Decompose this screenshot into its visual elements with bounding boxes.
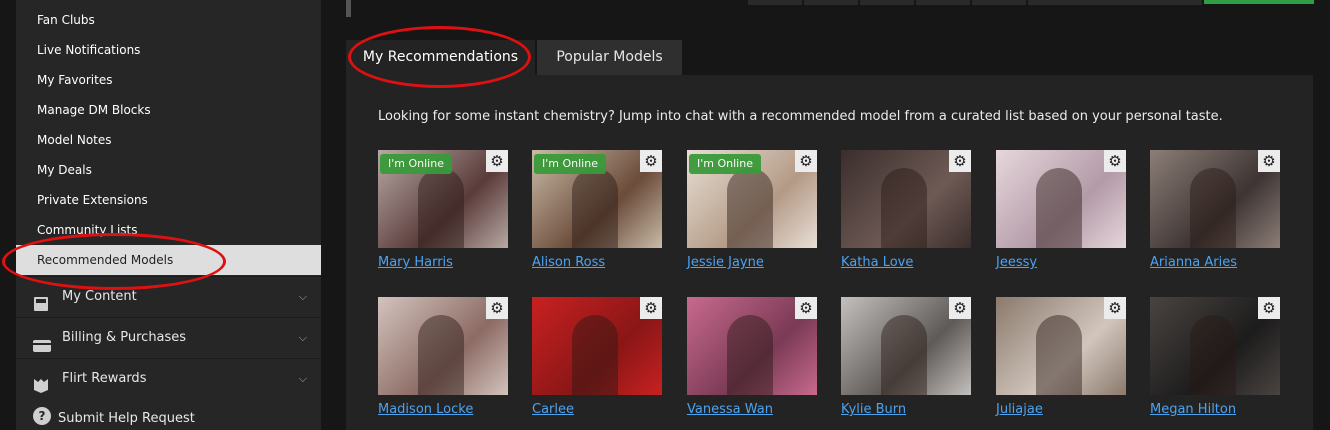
top-bar-segment — [748, 0, 802, 5]
model-name-link[interactable]: Megan Hilton — [1150, 402, 1236, 417]
model-name-link[interactable]: Juliajae — [996, 402, 1043, 417]
model-thumbnail[interactable]: ⚙ — [996, 297, 1126, 395]
sidebar-item-billing-purchases[interactable]: Billing & Purchases ⌵ — [16, 317, 321, 358]
chevron-down-icon: ⌵ — [298, 290, 307, 303]
model-thumbnail[interactable]: ⚙ I'm Online — [378, 150, 508, 248]
gear-icon[interactable]: ⚙ — [1258, 297, 1280, 319]
gear-icon[interactable]: ⚙ — [949, 150, 971, 172]
model-silhouette — [1190, 315, 1236, 395]
model-silhouette — [881, 315, 927, 395]
sidebar-item-live-notifications[interactable]: Live Notifications — [16, 35, 321, 65]
model-name-link[interactable]: Alison Ross — [532, 255, 605, 270]
sidebar-item-fan-clubs[interactable]: Fan Clubs — [16, 5, 321, 35]
model-silhouette — [572, 168, 618, 248]
model-thumbnail[interactable]: ⚙ — [687, 297, 817, 395]
sidebar-menu: Fan Clubs Live Notifications My Favorite… — [16, 0, 321, 430]
model-silhouette — [1190, 168, 1236, 248]
gear-icon[interactable]: ⚙ — [949, 297, 971, 319]
sidebar-item-model-notes[interactable]: Model Notes — [16, 125, 321, 155]
online-badge: I'm Online — [534, 154, 606, 174]
sidebar-item-recommended-models[interactable]: Recommended Models — [16, 245, 321, 275]
model-name-link[interactable]: Jessie Jayne — [687, 255, 764, 270]
online-badge: I'm Online — [689, 154, 761, 174]
top-bar-segment — [860, 0, 914, 5]
model-thumbnail[interactable]: ⚙ — [841, 297, 971, 395]
tab-my-recommendations[interactable]: My Recommendations — [346, 40, 535, 75]
model-name-link[interactable]: Kylie Burn — [841, 402, 906, 417]
recommendations-panel: Looking for some instant chemistry? Jump… — [346, 75, 1313, 430]
gear-icon[interactable]: ⚙ — [640, 150, 662, 172]
model-thumbnail[interactable]: ⚙ — [1150, 150, 1280, 248]
model-silhouette — [418, 315, 464, 395]
gear-icon[interactable]: ⚙ — [1104, 150, 1126, 172]
model-thumbnail[interactable]: ⚙ I'm Online — [687, 150, 817, 248]
gear-icon[interactable]: ⚙ — [795, 150, 817, 172]
sidebar-item-flirt-rewards[interactable]: Flirt Rewards ⌵ — [16, 358, 321, 399]
sidebar-item-my-content[interactable]: My Content ⌵ — [16, 276, 321, 317]
model-silhouette — [1036, 315, 1082, 395]
model-silhouette — [727, 315, 773, 395]
model-name-link[interactable]: Madison Locke — [378, 402, 473, 417]
sidebar-item-label: Billing & Purchases — [62, 330, 187, 345]
model-thumbnail[interactable]: ⚙ — [1150, 297, 1280, 395]
model-silhouette — [1036, 168, 1082, 248]
online-badge: I'm Online — [380, 154, 452, 174]
model-thumbnail[interactable]: ⚙ — [532, 297, 662, 395]
model-name-link[interactable]: Carlee — [532, 402, 574, 417]
content-icon — [33, 289, 51, 311]
model-name-link[interactable]: Jeessy — [996, 255, 1037, 270]
sidebar-item-manage-dm-blocks[interactable]: Manage DM Blocks — [16, 95, 321, 125]
rewards-icon — [33, 371, 51, 393]
tab-popular-models[interactable]: Popular Models — [537, 40, 682, 75]
top-bar-accent — [1204, 0, 1314, 4]
sidebar-item-label: My Content — [62, 289, 137, 304]
model-name-link[interactable]: Mary Harris — [378, 255, 453, 270]
intro-text: Looking for some instant chemistry? Jump… — [378, 109, 1223, 124]
gear-icon[interactable]: ⚙ — [795, 297, 817, 319]
model-name-link[interactable]: Vanessa Wan — [687, 402, 773, 417]
sidebar-item-my-deals[interactable]: My Deals — [16, 155, 321, 185]
model-silhouette — [881, 168, 927, 248]
model-thumbnail[interactable]: ⚙ — [378, 297, 508, 395]
gear-icon[interactable]: ⚙ — [1104, 297, 1126, 319]
top-bar-segment — [916, 0, 970, 5]
gear-icon[interactable]: ⚙ — [1258, 150, 1280, 172]
top-bar — [346, 0, 1330, 17]
top-bar-edge — [346, 0, 351, 17]
model-thumbnail[interactable]: ⚙ I'm Online — [532, 150, 662, 248]
model-silhouette — [572, 315, 618, 395]
model-name-link[interactable]: Katha Love — [841, 255, 913, 270]
help-icon: ? — [33, 407, 51, 425]
submit-help-request-link[interactable]: ? Submit Help Request — [16, 399, 321, 430]
sidebar-item-my-favorites[interactable]: My Favorites — [16, 65, 321, 95]
sidebar: Fan Clubs Live Notifications My Favorite… — [0, 0, 322, 430]
model-name-link[interactable]: Arianna Aries — [1150, 255, 1237, 270]
top-bar-segment — [1028, 0, 1202, 5]
chevron-down-icon: ⌵ — [298, 331, 307, 344]
sidebar-item-private-extensions[interactable]: Private Extensions — [16, 185, 321, 215]
top-bar-segment — [972, 0, 1026, 5]
help-label: Submit Help Request — [58, 411, 195, 426]
gear-icon[interactable]: ⚙ — [640, 297, 662, 319]
model-thumbnail[interactable]: ⚙ — [996, 150, 1126, 248]
gear-icon[interactable]: ⚙ — [486, 150, 508, 172]
gear-icon[interactable]: ⚙ — [486, 297, 508, 319]
top-bar-segment — [804, 0, 858, 5]
sidebar-item-community-lists[interactable]: Community Lists — [16, 215, 321, 245]
model-thumbnail[interactable]: ⚙ — [841, 150, 971, 248]
model-silhouette — [727, 168, 773, 248]
sidebar-item-label: Flirt Rewards — [62, 371, 147, 386]
model-silhouette — [418, 168, 464, 248]
credit-card-icon — [33, 330, 51, 352]
chevron-down-icon: ⌵ — [298, 372, 307, 385]
